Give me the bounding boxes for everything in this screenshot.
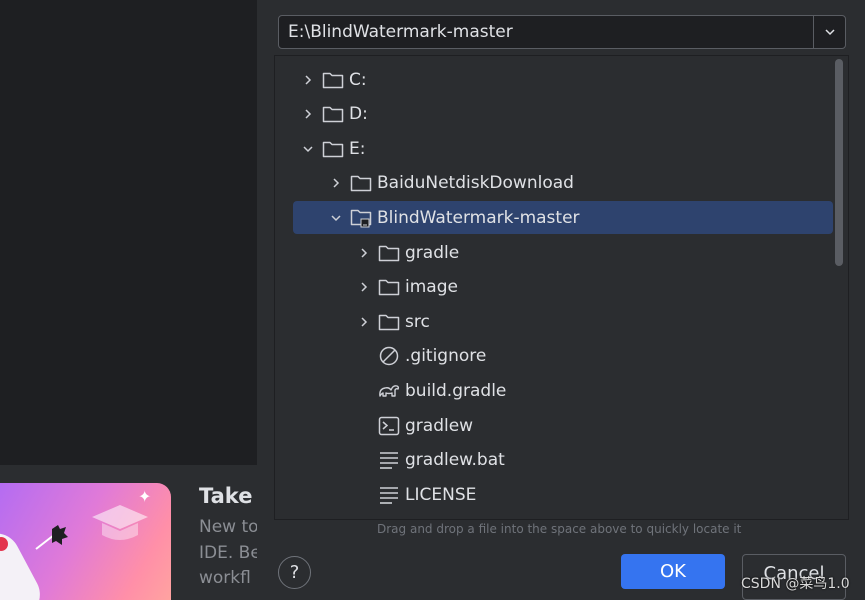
folder-icon <box>377 242 401 264</box>
folder-icon <box>321 138 345 160</box>
tree-row[interactable]: gradlew <box>293 409 833 442</box>
tree-row-label: .gitignore <box>405 346 487 367</box>
folder-icon <box>349 172 373 194</box>
tree-row[interactable]: build.gradle <box>293 374 833 407</box>
promo-title: Take <box>199 484 253 508</box>
tree-row-label: E: <box>349 138 366 159</box>
tree-row-label: gradlew <box>405 415 474 436</box>
folder-icon <box>377 311 401 333</box>
tree-row[interactable]: LICENSE <box>293 478 833 511</box>
tree-row[interactable]: D: <box>293 98 833 131</box>
terminal-file-icon <box>377 415 401 437</box>
promo-illustration[interactable]: ✦ <box>0 483 171 600</box>
chevron-right-icon[interactable] <box>355 278 373 296</box>
chevron-right-icon[interactable] <box>299 71 317 89</box>
ok-button[interactable]: OK <box>621 554 725 589</box>
folder-icon <box>321 103 345 125</box>
text-file-icon <box>377 449 401 471</box>
watermark: CSDN @菜鸟1.0 <box>741 576 850 592</box>
tree-row-label: C: <box>349 69 367 90</box>
tree-row[interactable]: BlindWatermark-master <box>293 201 833 235</box>
project-folder-icon <box>349 207 373 229</box>
tree-row[interactable]: .gitignore <box>293 340 833 373</box>
tree-row-label: BaiduNetdiskDownload <box>377 173 574 194</box>
tree-row-label: image <box>405 277 458 298</box>
tree-row-label: LICENSE <box>405 484 477 505</box>
tree-row-label: BlindWatermark-master <box>377 207 580 228</box>
chevron-right-icon[interactable] <box>355 313 373 331</box>
folder-icon <box>321 69 345 91</box>
tree-row-label: D: <box>349 104 368 125</box>
drag-drop-hint: Drag and drop a file into the space abov… <box>377 522 742 536</box>
tree-row[interactable]: C: <box>293 63 833 96</box>
promo-text-line: New to <box>199 517 259 537</box>
chevron-right-icon[interactable] <box>355 244 373 262</box>
path-combobox[interactable] <box>278 15 846 49</box>
file-chooser-dialog: C: D: E: BaiduNetdiskDownload BlindWatermark… <box>257 0 865 600</box>
tree-row-label: gradlew.bat <box>405 450 505 471</box>
promo-text-line: workfl <box>199 568 251 588</box>
file-tree[interactable]: C: D: E: BaiduNetdiskDownload BlindWatermark… <box>274 55 849 520</box>
tree-row[interactable]: gradlew.bat <box>293 444 833 477</box>
folder-icon <box>377 276 401 298</box>
tree-scrollbar[interactable] <box>835 59 843 266</box>
chevron-right-icon[interactable] <box>327 174 345 192</box>
text-file-icon <box>377 484 401 506</box>
tree-row[interactable]: E: <box>293 132 833 165</box>
ignore-file-icon <box>377 345 401 367</box>
graduation-cap-icon <box>92 505 148 540</box>
sparkle-icon: ✦ <box>138 487 152 506</box>
tree-row[interactable]: BaiduNetdiskDownload <box>293 167 833 200</box>
chevron-down-icon[interactable] <box>299 140 317 158</box>
help-button[interactable]: ? <box>278 556 311 589</box>
chevron-down-icon <box>824 29 835 36</box>
chevron-down-icon[interactable] <box>327 209 345 227</box>
gradle-icon <box>377 380 401 402</box>
tree-row[interactable]: image <box>293 271 833 304</box>
path-history-dropdown-button[interactable] <box>813 16 845 48</box>
path-input[interactable] <box>279 16 813 48</box>
welcome-background <box>0 0 257 465</box>
tree-row[interactable]: gradle <box>293 236 833 269</box>
tree-row-label: gradle <box>405 242 460 263</box>
tree-row-label: src <box>405 311 430 332</box>
promo-text-line: IDE. Be <box>199 543 261 563</box>
chevron-right-icon[interactable] <box>299 105 317 123</box>
tree-row-label: build.gradle <box>405 380 507 401</box>
hand-icon <box>35 525 68 550</box>
tree-row[interactable]: src <box>293 305 833 338</box>
